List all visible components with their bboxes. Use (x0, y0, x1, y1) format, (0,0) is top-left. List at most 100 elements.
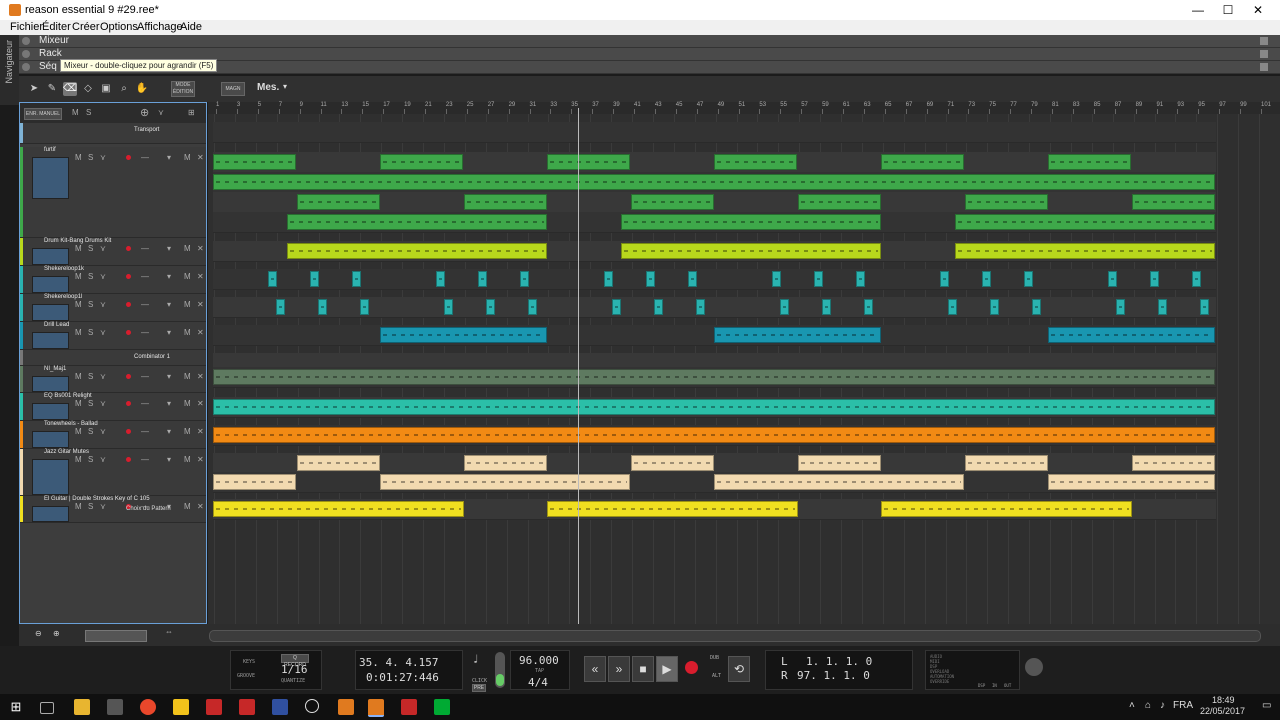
note-clip[interactable] (646, 271, 655, 287)
note-clip[interactable] (780, 299, 789, 315)
magnify-tool-icon[interactable]: ⌕ (117, 82, 131, 96)
menu-creer[interactable]: Créer (72, 21, 100, 33)
mute-clip-button[interactable]: M (184, 427, 191, 436)
volume-control[interactable]: — (141, 153, 149, 162)
note-clip[interactable] (798, 455, 881, 471)
automation-icon[interactable]: ⋎ (100, 272, 106, 281)
mute-button[interactable]: M (75, 399, 82, 408)
record-enable-icon[interactable] (126, 374, 131, 379)
mute-clip-button[interactable]: M (184, 372, 191, 381)
chrome-icon[interactable] (140, 699, 156, 715)
sequencer-lane[interactable] (213, 472, 1216, 493)
delete-track-icon[interactable]: ✕ (197, 272, 204, 281)
menu-aide[interactable]: Aide (180, 21, 202, 33)
quantize-value[interactable]: 1/16 (281, 663, 308, 676)
note-clip[interactable] (814, 271, 823, 287)
file-explorer-icon[interactable] (74, 699, 90, 715)
automation-icon[interactable]: ⋎ (100, 244, 106, 253)
note-clip[interactable] (822, 299, 831, 315)
sequencer-lane[interactable] (213, 397, 1216, 418)
note-clip[interactable] (276, 299, 285, 315)
solo-button[interactable]: S (88, 300, 93, 309)
note-clip[interactable] (604, 271, 613, 287)
chevron-down-icon[interactable]: ▾ (283, 82, 287, 91)
note-clip[interactable] (714, 154, 797, 170)
note-clip[interactable] (380, 474, 630, 490)
song-position-display[interactable]: 35. 4. 4.157 0:01:27:446 (355, 650, 463, 690)
click-level-slider[interactable] (495, 652, 505, 688)
note-clip[interactable] (856, 271, 865, 287)
record-enable-icon[interactable] (126, 330, 131, 335)
note-clip[interactable] (714, 327, 881, 343)
resize-grip-icon[interactable] (1260, 63, 1268, 71)
note-clip[interactable] (213, 154, 296, 170)
metronome-icon[interactable]: ♩ (472, 652, 479, 666)
track-name[interactable]: Combinator 1 (134, 354, 170, 360)
note-clip[interactable] (297, 455, 380, 471)
note-clip[interactable] (213, 369, 1215, 385)
eraser-tool-icon[interactable]: ⌫ (63, 82, 77, 96)
volume-control[interactable]: — (141, 427, 149, 436)
sequencer-lane[interactable] (213, 192, 1216, 213)
notes-icon[interactable] (173, 699, 189, 715)
solo-button[interactable]: S (88, 399, 93, 408)
track-name[interactable]: Jazz Gitar Mutes (44, 449, 89, 455)
automation-icon[interactable]: ⋎ (158, 108, 164, 117)
automation-icon[interactable]: ⋎ (100, 399, 106, 408)
note-clip[interactable] (213, 501, 464, 517)
zoom-in-icon[interactable]: ⊕ (53, 629, 60, 638)
note-clip[interactable] (213, 427, 1215, 443)
tap-button[interactable]: TAP (535, 668, 544, 674)
note-clip[interactable] (444, 299, 453, 315)
enr-manuel-button[interactable]: ENR. MANUEL (24, 108, 62, 120)
chevron-down-icon[interactable]: ▾ (167, 455, 171, 464)
maximize-button[interactable]: ☐ (1213, 2, 1243, 18)
clock-date[interactable]: 22/05/2017 (1200, 706, 1245, 716)
menu-editer[interactable]: Éditer (42, 21, 71, 33)
mute-clip-button[interactable]: M (184, 300, 191, 309)
sequencer-lane[interactable] (213, 499, 1216, 520)
volume-control[interactable]: — (141, 372, 149, 381)
mute-all-button[interactable]: M (72, 108, 79, 117)
rewind-button[interactable]: « (584, 656, 606, 682)
mode-edition-button[interactable]: MODE ÉDITION (171, 81, 195, 97)
note-clip[interactable] (287, 243, 547, 259)
razor-tool-icon[interactable]: ◇ (81, 82, 95, 96)
chevron-down-icon[interactable]: ▾ (167, 153, 171, 162)
resize-grip-icon[interactable] (1260, 50, 1268, 58)
track-name[interactable]: Drill Lead (44, 322, 69, 328)
note-clip[interactable] (955, 214, 1215, 230)
track-row[interactable]: Drum Kit-Bang Drums Kit M S ⋎ — ▾ M ✕ (20, 238, 206, 266)
delete-track-icon[interactable]: ✕ (197, 328, 204, 337)
track-row[interactable]: Shekereloop1k M S ⋎ — ▾ M ✕ (20, 266, 206, 294)
automation-icon[interactable]: ⋎ (100, 372, 106, 381)
fit-zoom-icon[interactable]: ⇔ (165, 627, 173, 636)
mute-button[interactable]: M (75, 300, 82, 309)
track-row[interactable]: Jazz Gitar Mutes M S ⋎ — ▾ M ✕ (20, 449, 206, 496)
stop-button[interactable]: ■ (632, 656, 654, 682)
track-row[interactable]: Tonewheels - Ballad M S ⋎ — ▾ M ✕ (20, 421, 206, 449)
tray-chevron-up-icon[interactable]: ˄ (1129, 700, 1135, 711)
note-clip[interactable] (881, 154, 964, 170)
sequencer-lane[interactable] (213, 241, 1216, 262)
pre-button[interactable]: PRE (472, 684, 486, 692)
sequencer-lane[interactable] (213, 122, 1216, 143)
hand-tool-icon[interactable]: ✋ (135, 82, 149, 96)
reason-icon-1[interactable] (338, 699, 354, 715)
mute-button[interactable]: M (75, 372, 82, 381)
mute-button[interactable]: M (75, 244, 82, 253)
mute-button[interactable]: M (75, 153, 82, 162)
mute-button[interactable]: M (75, 455, 82, 464)
video-editor-icon[interactable] (401, 699, 417, 715)
delete-track-icon[interactable]: ✕ (197, 153, 204, 162)
chevron-down-icon[interactable]: ▾ (167, 427, 171, 436)
delete-track-icon[interactable]: ✕ (197, 427, 204, 436)
sequencer-lane[interactable] (213, 425, 1216, 446)
track-row[interactable]: El Guitar | Double Strokes Key of C 105 M… (20, 496, 206, 523)
note-clip[interactable] (213, 474, 296, 490)
automation-icon[interactable]: ⋎ (100, 427, 106, 436)
solo-button[interactable]: S (88, 455, 93, 464)
solo-button[interactable]: S (88, 372, 93, 381)
timeline-ruler[interactable]: 1 3 5 7 9 11 13 15 17 19 21 23 25 27 29 31 33 35 37 39 41 43 4… (208, 102, 1280, 114)
note-clip[interactable] (1150, 271, 1159, 287)
